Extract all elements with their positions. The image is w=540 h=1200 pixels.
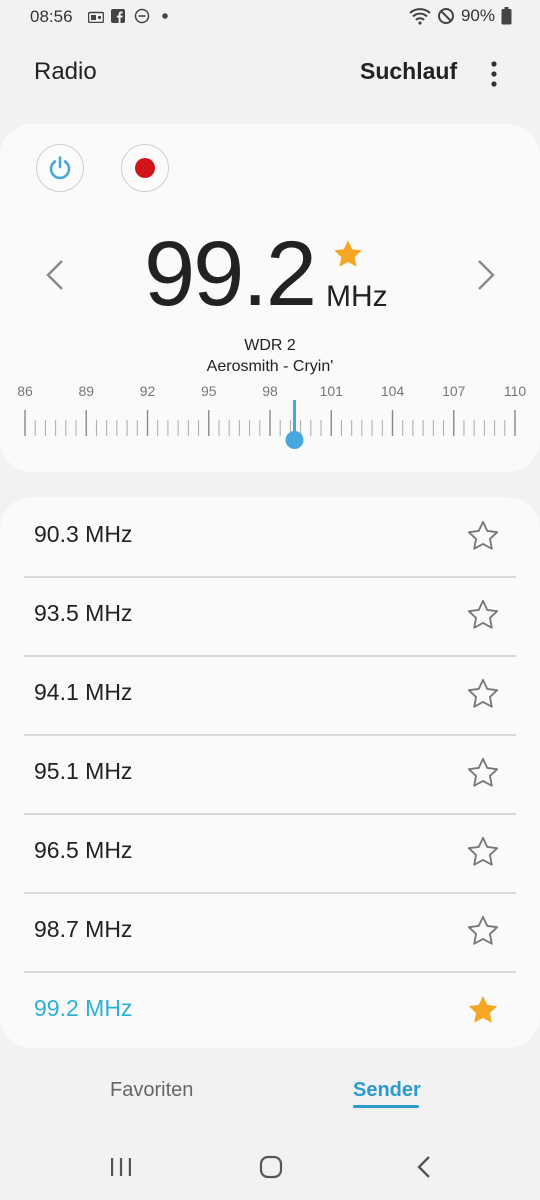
station-row[interactable]: 90.3 MHz bbox=[0, 497, 540, 576]
scale-tick-label: 95 bbox=[200, 383, 217, 399]
record-button[interactable] bbox=[121, 144, 169, 192]
station-row[interactable]: 99.2 MHz bbox=[0, 971, 540, 1050]
tab-selected-indicator bbox=[353, 1105, 419, 1108]
tab-stations[interactable]: Sender bbox=[353, 1079, 421, 1102]
battery-icon bbox=[501, 7, 512, 25]
station-label: 93.5 MHz bbox=[34, 600, 133, 626]
station-label: 95.1 MHz bbox=[34, 758, 133, 784]
station-label: 99.2 MHz bbox=[34, 995, 133, 1021]
now-playing: Aerosmith - Cryin' bbox=[206, 358, 334, 375]
station-label: 94.1 MHz bbox=[34, 679, 133, 705]
scale-tick-label: 107 bbox=[442, 383, 466, 399]
previous-station-button[interactable] bbox=[40, 255, 70, 295]
current-frequency: 99.2 bbox=[144, 223, 317, 325]
page-title: Radio bbox=[34, 58, 97, 85]
back-icon[interactable] bbox=[406, 1150, 442, 1184]
station-list: 90.3 MHz 93.5 MHz 94.1 MHz 95.1 MHz 96.5 MHz… bbox=[0, 497, 540, 1048]
star-outline-icon[interactable] bbox=[466, 914, 500, 948]
star-outline-icon[interactable] bbox=[466, 677, 500, 711]
scale-tick-label: 110 bbox=[503, 383, 527, 399]
recent-apps-icon[interactable] bbox=[103, 1150, 139, 1184]
scale-tick-label: 89 bbox=[78, 383, 95, 399]
station-row[interactable]: 98.7 MHz bbox=[0, 892, 540, 971]
dot-icon bbox=[160, 6, 170, 26]
status-right-group: 90% bbox=[409, 6, 512, 26]
more-vert-icon[interactable] bbox=[480, 58, 508, 90]
status-bar: 08:56 90% bbox=[0, 0, 540, 34]
star-outline-icon[interactable] bbox=[466, 598, 500, 632]
frequency-unit: MHz bbox=[326, 280, 388, 313]
no-sim-icon bbox=[437, 7, 455, 25]
station-row[interactable]: 93.5 MHz bbox=[0, 576, 540, 655]
power-icon bbox=[47, 155, 73, 181]
home-icon[interactable] bbox=[253, 1150, 289, 1184]
station-label: 98.7 MHz bbox=[34, 916, 133, 942]
star-outline-icon[interactable] bbox=[466, 519, 500, 553]
battery-percent: 90% bbox=[460, 6, 495, 25]
power-button[interactable] bbox=[36, 144, 84, 192]
station-label: 90.3 MHz bbox=[34, 521, 133, 547]
record-icon bbox=[134, 157, 156, 179]
scale-tick-label: 101 bbox=[319, 383, 343, 399]
tuning-scale[interactable] bbox=[0, 400, 540, 460]
scan-button[interactable]: Suchlauf bbox=[360, 58, 457, 85]
station-row[interactable]: 95.1 MHz bbox=[0, 734, 540, 813]
tab-favorites[interactable]: Favoriten bbox=[110, 1079, 193, 1102]
chevron-left-icon bbox=[45, 259, 65, 291]
chevron-right-icon bbox=[476, 259, 496, 291]
station-row[interactable]: 96.5 MHz bbox=[0, 813, 540, 892]
next-station-button[interactable] bbox=[471, 255, 501, 295]
scale-tick-label: 104 bbox=[380, 383, 405, 399]
scale-tick-label: 98 bbox=[262, 383, 278, 399]
station-row[interactable]: 94.1 MHz bbox=[0, 655, 540, 734]
radio-notification-icon bbox=[88, 6, 104, 26]
status-time: 08:56 bbox=[30, 7, 73, 26]
scale-tick-label: 86 bbox=[17, 383, 33, 399]
station-name: WDR 2 bbox=[244, 337, 296, 354]
wifi-icon bbox=[409, 7, 431, 25]
station-label: 96.5 MHz bbox=[34, 837, 133, 863]
scale-tick-label: 92 bbox=[139, 383, 156, 399]
star-outline-icon[interactable] bbox=[466, 835, 500, 869]
favorite-star-icon[interactable] bbox=[332, 238, 364, 270]
tuning-knob[interactable] bbox=[285, 431, 304, 449]
star-filled-icon[interactable] bbox=[466, 993, 500, 1027]
star-outline-icon[interactable] bbox=[466, 756, 500, 790]
do-not-disturb-icon bbox=[134, 6, 150, 26]
facebook-icon bbox=[111, 6, 125, 26]
